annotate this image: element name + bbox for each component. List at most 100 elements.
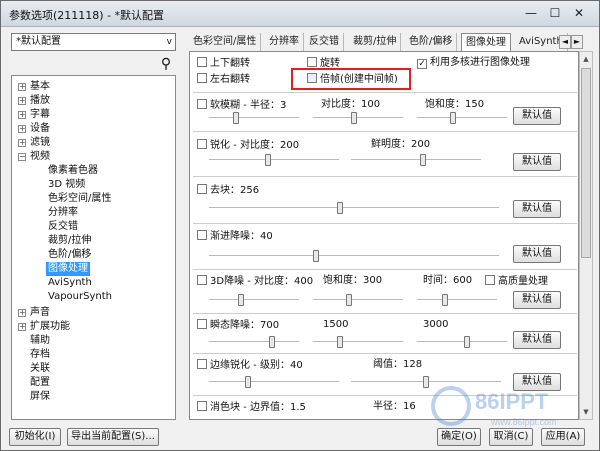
- edge-sharpen-slider[interactable]: [209, 381, 339, 383]
- transient-slider-3[interactable]: [417, 341, 507, 343]
- tab-resolution[interactable]: 分辨率: [265, 33, 304, 51]
- slider-knob[interactable]: [233, 112, 239, 124]
- default-button[interactable]: 默认值: [513, 153, 561, 171]
- default-button[interactable]: 默认值: [513, 331, 561, 349]
- init-button[interactable]: 初始化(I): [9, 428, 61, 446]
- deblock-checkbox[interactable]: 去块：256: [197, 184, 259, 197]
- tree-item[interactable]: 3D 视频: [48, 178, 85, 192]
- soft-blur-slider[interactable]: [209, 117, 299, 119]
- sharpen-slider[interactable]: [209, 159, 339, 161]
- scroll-right-icon[interactable]: ►: [571, 35, 583, 49]
- flip-vertical-checkbox[interactable]: 上下翻转: [197, 57, 250, 70]
- sharpen-checkbox[interactable]: 锐化 - 对比度：200: [197, 139, 299, 152]
- tree-item[interactable]: + 字幕: [18, 108, 50, 122]
- scroll-left-icon[interactable]: ◄: [559, 35, 571, 49]
- tree-item[interactable]: + 播放: [18, 94, 50, 108]
- slider-knob[interactable]: [336, 202, 343, 214]
- slider-knob[interactable]: [450, 112, 456, 124]
- gradual-denoise-slider[interactable]: [209, 255, 499, 257]
- deblock-slider[interactable]: [209, 207, 499, 209]
- expand-icon[interactable]: +: [18, 97, 26, 105]
- edge-sharpen-checkbox[interactable]: 边缘锐化 - 级别：40: [197, 359, 303, 372]
- gradual-denoise-checkbox[interactable]: 渐进降噪：40: [197, 230, 273, 243]
- slider-knob[interactable]: [419, 154, 426, 166]
- saturation-slider[interactable]: [417, 117, 507, 119]
- default-button[interactable]: 默认值: [513, 373, 561, 391]
- denoise3d-checkbox[interactable]: 3D降噪 - 对比度：400: [197, 275, 313, 288]
- search-icon[interactable]: ⚲: [156, 55, 176, 73]
- tree-item[interactable]: 分辨率: [48, 206, 78, 220]
- default-button[interactable]: 默认值: [513, 245, 561, 263]
- tab-image-processing[interactable]: 图像处理: [461, 33, 511, 52]
- slider-knob[interactable]: [245, 376, 251, 388]
- tree-item[interactable]: + 滤镜: [18, 136, 50, 150]
- multicore-checkbox[interactable]: ✓ 利用多核进行图像处理: [417, 57, 530, 69]
- tree-item[interactable]: 像素着色器: [48, 164, 98, 178]
- slider-knob[interactable]: [337, 336, 343, 348]
- vertical-scrollbar[interactable]: ▲ ▼: [579, 51, 593, 420]
- default-button[interactable]: 默认值: [513, 200, 561, 218]
- tree-item[interactable]: + 基本: [18, 80, 50, 94]
- slider-knob[interactable]: [423, 376, 429, 388]
- tab-color-space[interactable]: 色彩空间/属性: [189, 33, 262, 51]
- contrast-slider[interactable]: [313, 117, 403, 119]
- soft-blur-checkbox[interactable]: 软模糊 - 半径：3: [197, 99, 286, 112]
- expand-icon[interactable]: +: [18, 139, 26, 147]
- tree-item[interactable]: AviSynth: [48, 276, 92, 290]
- apply-button[interactable]: 应用(A): [541, 428, 585, 446]
- flip-horizontal-checkbox[interactable]: 左右翻转: [197, 73, 250, 86]
- default-button[interactable]: 默认值: [513, 107, 561, 125]
- slider-knob[interactable]: [442, 294, 448, 306]
- export-config-button[interactable]: 导出当前配置(S)...: [67, 428, 159, 446]
- tree-item[interactable]: + 扩展功能: [18, 320, 70, 334]
- expand-icon[interactable]: +: [18, 125, 26, 133]
- slider-knob[interactable]: [350, 112, 357, 124]
- tree-item[interactable]: − 视频: [18, 150, 50, 164]
- slider-knob[interactable]: [269, 336, 275, 348]
- transient-slider-2[interactable]: [313, 341, 403, 343]
- title-bar[interactable]: 参数选项(211118) - *默认配置 — ☐ ✕: [1, 1, 599, 27]
- transient-denoise-checkbox[interactable]: 瞬态降噪：700: [197, 319, 279, 332]
- minimize-button[interactable]: —: [521, 5, 541, 21]
- ok-button[interactable]: 确定(O): [437, 428, 481, 446]
- tree-item[interactable]: 裁剪/拉伸: [48, 234, 91, 248]
- tree-item[interactable]: 关联: [30, 362, 50, 376]
- tree-item[interactable]: 反交错: [48, 220, 78, 234]
- scroll-up-icon[interactable]: ▲: [580, 52, 592, 66]
- slider-knob[interactable]: [264, 154, 271, 166]
- tree-item[interactable]: 存档: [30, 348, 50, 362]
- scroll-thumb[interactable]: [581, 68, 591, 258]
- transient-slider-1[interactable]: [209, 341, 299, 343]
- denoise3d-time-slider[interactable]: [417, 299, 497, 301]
- close-button[interactable]: ✕: [569, 5, 589, 21]
- slider-knob[interactable]: [463, 336, 470, 348]
- default-button[interactable]: 默认值: [513, 291, 561, 309]
- slider-knob[interactable]: [237, 294, 244, 306]
- preset-select[interactable]: *默认配置 v: [11, 33, 176, 51]
- tree-item[interactable]: + 设备: [18, 122, 50, 136]
- tree-item[interactable]: 配置: [30, 376, 50, 390]
- collapse-icon[interactable]: −: [18, 153, 26, 161]
- tab-crop[interactable]: 裁剪/拉伸: [349, 33, 402, 51]
- denoise3d-saturation-slider[interactable]: [313, 299, 403, 301]
- expand-icon[interactable]: +: [18, 111, 26, 119]
- maximize-button[interactable]: ☐: [545, 5, 565, 21]
- tree-item[interactable]: 屏保: [30, 390, 50, 404]
- deband-checkbox[interactable]: 消色块 - 边界值：1.5: [197, 401, 306, 414]
- slider-knob[interactable]: [313, 250, 320, 262]
- tree-item-selected[interactable]: 图像处理: [46, 262, 90, 276]
- denoise3d-slider[interactable]: [209, 299, 299, 301]
- expand-icon[interactable]: +: [18, 323, 26, 331]
- scroll-down-icon[interactable]: ▼: [580, 405, 592, 419]
- brightness-slider[interactable]: [351, 159, 481, 161]
- tree-item[interactable]: 色阶/偏移: [48, 248, 91, 262]
- slider-knob[interactable]: [346, 294, 352, 306]
- tree-item[interactable]: 辅助: [30, 334, 50, 348]
- expand-icon[interactable]: +: [18, 309, 26, 317]
- tree-item[interactable]: VapourSynth: [48, 290, 112, 304]
- high-quality-checkbox[interactable]: 高质量处理: [485, 275, 548, 288]
- tree-item[interactable]: + 声音: [18, 306, 50, 320]
- expand-icon[interactable]: +: [18, 83, 26, 91]
- tree-item[interactable]: 色彩空间/属性: [48, 192, 111, 206]
- tab-levels[interactable]: 色阶/偏移: [405, 33, 458, 51]
